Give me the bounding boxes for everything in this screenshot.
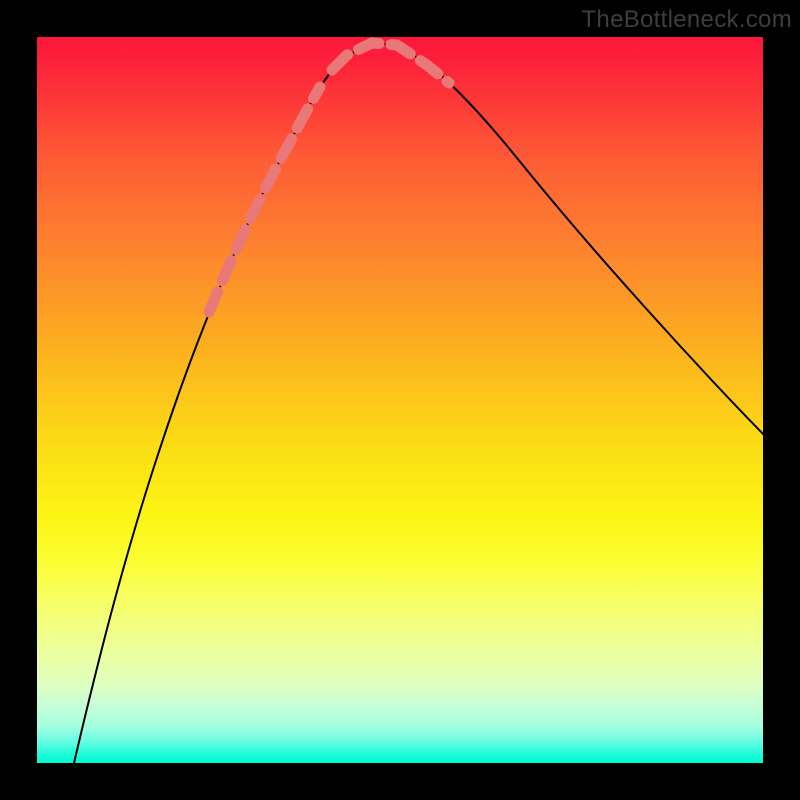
watermark-text: TheBottleneck.com [581, 6, 792, 34]
pink-dash-right [332, 43, 449, 83]
chart-svg [37, 37, 763, 763]
pink-dash-left [209, 87, 320, 312]
plot-area [37, 37, 763, 763]
bottleneck-curve [74, 44, 763, 763]
chart-frame: TheBottleneck.com [0, 0, 800, 800]
